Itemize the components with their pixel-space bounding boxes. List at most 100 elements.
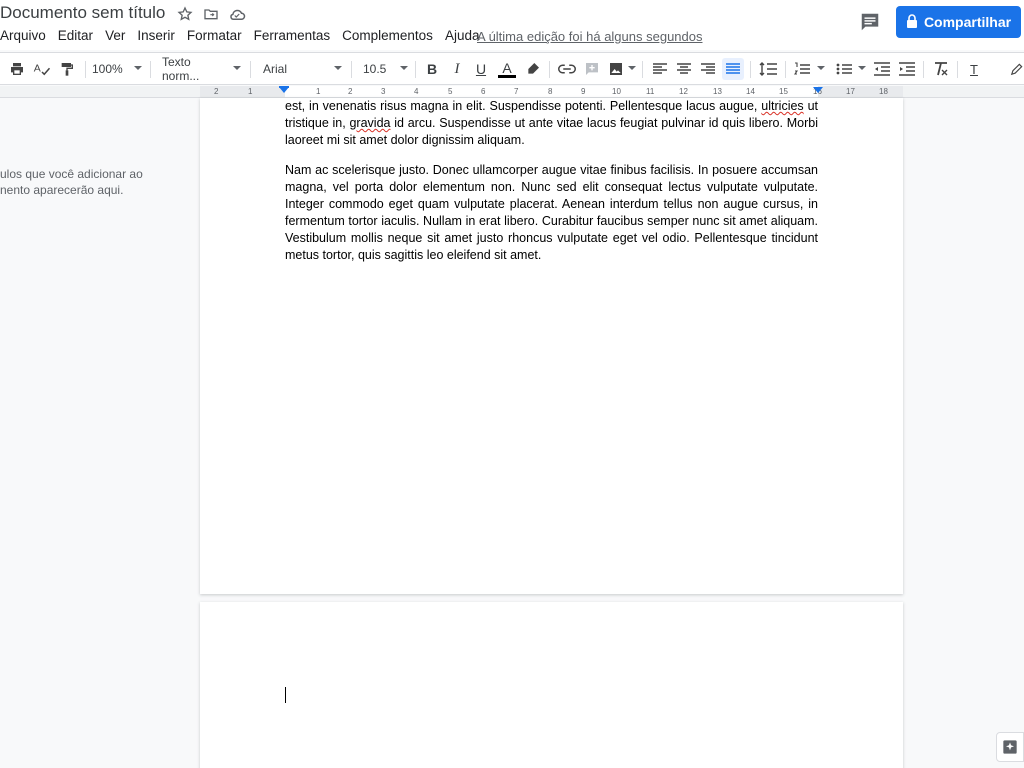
menu-ferramentas[interactable]: Ferramentas [254, 28, 331, 43]
ruler-label: 8 [548, 87, 553, 96]
text-color-button[interactable]: A [495, 58, 519, 80]
toolbar-separator [549, 61, 550, 78]
star-icon[interactable] [176, 5, 194, 23]
outline-placeholder-line: ulos que você adicionar ao [0, 167, 143, 181]
font-size-select[interactable]: 10.5 [363, 58, 393, 80]
move-folder-icon[interactable] [202, 5, 220, 23]
menu-editar[interactable]: Editar [58, 28, 93, 43]
ruler-label: 18 [879, 87, 888, 96]
toolbar-separator [785, 61, 786, 78]
last-edit-link[interactable]: A última edição foi há alguns segundos [477, 29, 703, 44]
share-label: Compartilhar [923, 14, 1012, 30]
ruler-label: 14 [746, 87, 755, 96]
text-color-letter: A [502, 59, 512, 76]
docs-header: Documento sem título Arquivo Editar Ver … [0, 0, 1024, 50]
document-outline-placeholder: ulos que você adicionar ao nento aparece… [0, 166, 160, 198]
comment-history-icon[interactable] [859, 11, 881, 33]
align-right-icon[interactable] [697, 58, 719, 80]
print-icon[interactable] [6, 58, 28, 80]
underline-button[interactable]: U [470, 58, 492, 80]
clear-formatting-icon[interactable] [930, 58, 952, 80]
explore-icon[interactable] [996, 732, 1024, 762]
lock-icon [906, 13, 918, 31]
ruler-right-margin [818, 86, 903, 97]
align-left-icon[interactable] [649, 58, 671, 80]
editing-mode-pencil-icon[interactable] [1010, 58, 1024, 80]
menu-ver[interactable]: Ver [105, 28, 125, 43]
font-family-select[interactable]: Arial [263, 58, 323, 80]
paragraph-text: est, in venenatis risus magna in elit. S… [285, 99, 762, 113]
menu-complementos[interactable]: Complementos [342, 28, 433, 43]
svg-text:A: A [34, 62, 41, 74]
document-page[interactable]: est, in venenatis risus magna in elit. S… [200, 98, 903, 594]
menu-arquivo[interactable]: Arquivo [0, 28, 46, 43]
input-tools-button[interactable]: T [963, 58, 985, 80]
paint-format-icon[interactable] [56, 58, 78, 80]
share-button[interactable]: Compartilhar [896, 6, 1021, 38]
align-justify-icon[interactable] [722, 58, 744, 80]
ruler-label: 5 [448, 87, 453, 96]
toolbar-separator [957, 61, 958, 78]
document-title[interactable]: Documento sem título [0, 3, 165, 23]
paragraph-style-select[interactable]: Texto norm... [162, 55, 230, 83]
zoom-caret-icon[interactable] [134, 66, 142, 70]
ruler-label: 17 [846, 87, 855, 96]
menu-formatar[interactable]: Formatar [187, 28, 242, 43]
misspelled-word[interactable]: ultricies [761, 99, 803, 113]
toolbar-separator [750, 61, 751, 78]
highlight-color-icon[interactable] [522, 58, 544, 80]
font-size-caret-icon[interactable] [400, 66, 408, 70]
toolbar-separator [250, 61, 251, 78]
misspelled-word[interactable]: gravida [349, 116, 390, 130]
line-spacing-icon[interactable] [756, 58, 780, 80]
text-color-bar [498, 74, 516, 78]
increase-indent-icon[interactable] [897, 58, 917, 80]
toolbar-separator [351, 61, 352, 78]
decrease-indent-icon[interactable] [872, 58, 892, 80]
document-page-2[interactable] [200, 602, 903, 768]
ruler-label: 15 [779, 87, 788, 96]
ruler-label: 2 [348, 87, 353, 96]
numbered-list-icon[interactable] [792, 58, 812, 80]
style-caret-icon[interactable] [233, 66, 241, 70]
ruler-label: 6 [481, 87, 486, 96]
paragraph-1[interactable]: est, in venenatis risus magna in elit. S… [285, 98, 818, 149]
image-caret-icon[interactable] [628, 66, 636, 70]
bold-button[interactable]: B [421, 58, 443, 80]
outline-placeholder-line: nento aparecerão aqui. [0, 183, 124, 197]
insert-link-icon[interactable] [556, 58, 578, 80]
ruler-label: 7 [514, 87, 519, 96]
spellcheck-icon[interactable]: A [31, 58, 53, 80]
ruler-label: 13 [713, 87, 722, 96]
zoom-select[interactable]: 100% [92, 58, 130, 80]
horizontal-ruler[interactable]: 2 1 1 2 3 4 5 6 7 8 9 10 11 12 13 14 15 … [0, 86, 1024, 98]
add-comment-icon[interactable] [581, 58, 603, 80]
insert-image-icon[interactable] [605, 58, 627, 80]
text-cursor [285, 687, 286, 703]
ruler-label: 1 [316, 87, 321, 96]
right-indent-marker[interactable] [813, 87, 823, 93]
bulleted-list-icon[interactable] [834, 58, 854, 80]
numbered-list-caret-icon[interactable] [817, 66, 825, 70]
menu-bar: Arquivo Editar Ver Inserir Formatar Ferr… [0, 28, 491, 43]
paragraph-2[interactable]: Nam ac scelerisque justo. Donec ullamcor… [285, 162, 818, 264]
toolbar-separator [150, 61, 151, 78]
align-center-icon[interactable] [673, 58, 695, 80]
bulleted-list-caret-icon[interactable] [858, 66, 866, 70]
italic-button[interactable]: I [446, 58, 468, 80]
font-caret-icon[interactable] [334, 66, 342, 70]
toolbar-separator [415, 61, 416, 78]
ruler-label: 2 [214, 87, 219, 96]
menu-inserir[interactable]: Inserir [137, 28, 175, 43]
first-line-indent-marker[interactable] [279, 86, 289, 88]
input-tools-letter: T [970, 61, 978, 77]
ruler-label: 9 [581, 87, 586, 96]
cloud-saved-icon[interactable] [228, 5, 246, 23]
title-icons [176, 5, 246, 23]
ruler-label: 4 [414, 87, 419, 96]
ruler-label: 11 [646, 87, 655, 96]
ruler-label: 1 [248, 87, 253, 96]
toolbar-separator [923, 61, 924, 78]
menu-ajuda[interactable]: Ajuda [445, 28, 480, 43]
toolbar-separator [85, 61, 86, 78]
